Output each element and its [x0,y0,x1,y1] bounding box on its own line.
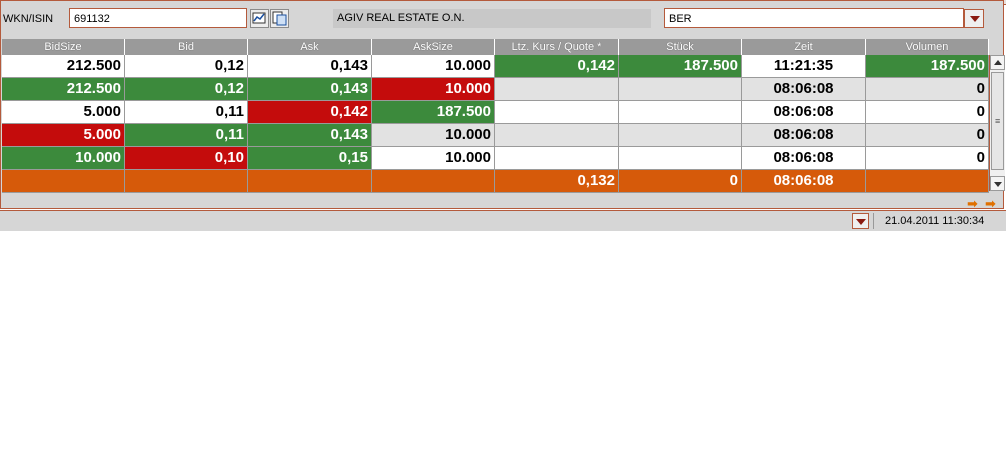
detail-icon [272,11,287,26]
table-cell: 0,142 [248,101,372,123]
status-dropdown-button[interactable] [852,213,869,229]
exchange-input[interactable]: BER [664,8,964,28]
table-cell [619,147,742,169]
chart-button[interactable] [250,9,269,28]
detail-button[interactable] [270,9,289,28]
table-cell: 10.000 [372,124,495,146]
table-cell: 5.000 [2,101,125,123]
table-cell: 08:06:08 [742,170,866,192]
column-header[interactable]: Ask [248,39,372,55]
table-cell: 5.000 [2,124,125,146]
table-cell: 0,11 [125,101,248,123]
table-cell [372,170,495,192]
table-row[interactable]: 5.000 0,11 0,143 10.000 08:06:08 0 [2,124,989,147]
table-cell: 0 [866,124,989,146]
table-row[interactable]: 212.500 0,12 0,143 10.000 08:06:08 0 [2,78,989,101]
column-header[interactable]: Bid [125,39,248,55]
table-cell: 187.500 [619,55,742,77]
table-cell: 187.500 [866,55,989,77]
table-cell: 11:21:35 [742,55,866,77]
table-cell [866,170,989,192]
column-header[interactable]: BidSize [2,39,125,55]
table-cell: 0 [866,147,989,169]
table-cell [619,78,742,100]
status-separator [873,213,874,229]
table-cell: 08:06:08 [742,147,866,169]
table-cell: 10.000 [372,147,495,169]
quote-panel: WKN/ISIN 691132 AGIV REAL ESTATE O.N. BE… [0,0,1005,211]
table-cell: 0,12 [125,78,248,100]
table-cell: 0 [619,170,742,192]
table-cell: 08:06:08 [742,78,866,100]
table-cell: 0,10 [125,147,248,169]
table-cell: 0 [866,78,989,100]
table-cell: 0,15 [248,147,372,169]
table-cell: 08:06:08 [742,101,866,123]
wkn-input[interactable]: 691132 [69,8,247,28]
table-cell [2,170,125,192]
exchange-dropdown-button[interactable] [964,9,984,28]
table-cell: 212.500 [2,55,125,77]
table-row[interactable]: 212.500 0,12 0,143 10.000 0,142 187.500 11:21:… [2,55,989,78]
column-header[interactable]: Volumen [866,39,989,55]
table-cell [495,78,619,100]
table-cell: 0,143 [248,55,372,77]
table-header: BidSize Bid Ask AskSize Ltz. Kurs / Quote * S… [2,39,989,55]
table-cell [495,101,619,123]
table-cell: 0,11 [125,124,248,146]
table-cell: 0,142 [495,55,619,77]
table-row[interactable]: 10.000 0,10 0,15 10.000 08:06:08 0 [2,147,989,170]
table-cell: 0 [866,101,989,123]
table-cell [125,170,248,192]
wkn-label: WKN/ISIN [3,13,54,25]
table-cell [619,124,742,146]
column-header[interactable]: Stück [619,39,742,55]
table-cell [495,147,619,169]
table-cell: 212.500 [2,78,125,100]
summary-row[interactable]: 0,132 0 08:06:08 [2,170,989,193]
scroll-up-button[interactable] [990,55,1005,70]
quote-table: BidSize Bid Ask AskSize Ltz. Kurs / Quote * S… [2,39,989,193]
table-cell [495,124,619,146]
grip-icon: ≡ [995,116,1001,126]
column-header[interactable]: AskSize [372,39,495,55]
table-cell: 0,143 [248,124,372,146]
table-cell [248,170,372,192]
table-cell: 08:06:08 [742,124,866,146]
table-cell: 0,143 [248,78,372,100]
table-cell: 0,12 [125,55,248,77]
vertical-scrollbar[interactable]: ≡ [989,55,1005,191]
status-bar: 21.04.2011 11:30:34 [0,210,1006,231]
table-row[interactable]: 5.000 0,11 0,142 187.500 08:06:08 0 [2,101,989,124]
column-header[interactable]: Ltz. Kurs / Quote * [495,39,619,55]
status-datetime: 21.04.2011 11:30:34 [885,215,985,227]
chart-icon [252,12,266,24]
table-cell: 10.000 [372,55,495,77]
table-body: 212.500 0,12 0,143 10.000 0,142 187.500 11:21:… [2,55,989,193]
scroll-thumb[interactable]: ≡ [991,72,1004,170]
table-cell: 10.000 [372,78,495,100]
security-name: AGIV REAL ESTATE O.N. [333,9,651,28]
table-cell: 0,132 [495,170,619,192]
table-cell: 187.500 [372,101,495,123]
table-cell: 10.000 [2,147,125,169]
column-header[interactable]: Zeit [742,39,866,55]
scroll-down-button[interactable] [990,176,1005,191]
table-cell [619,101,742,123]
